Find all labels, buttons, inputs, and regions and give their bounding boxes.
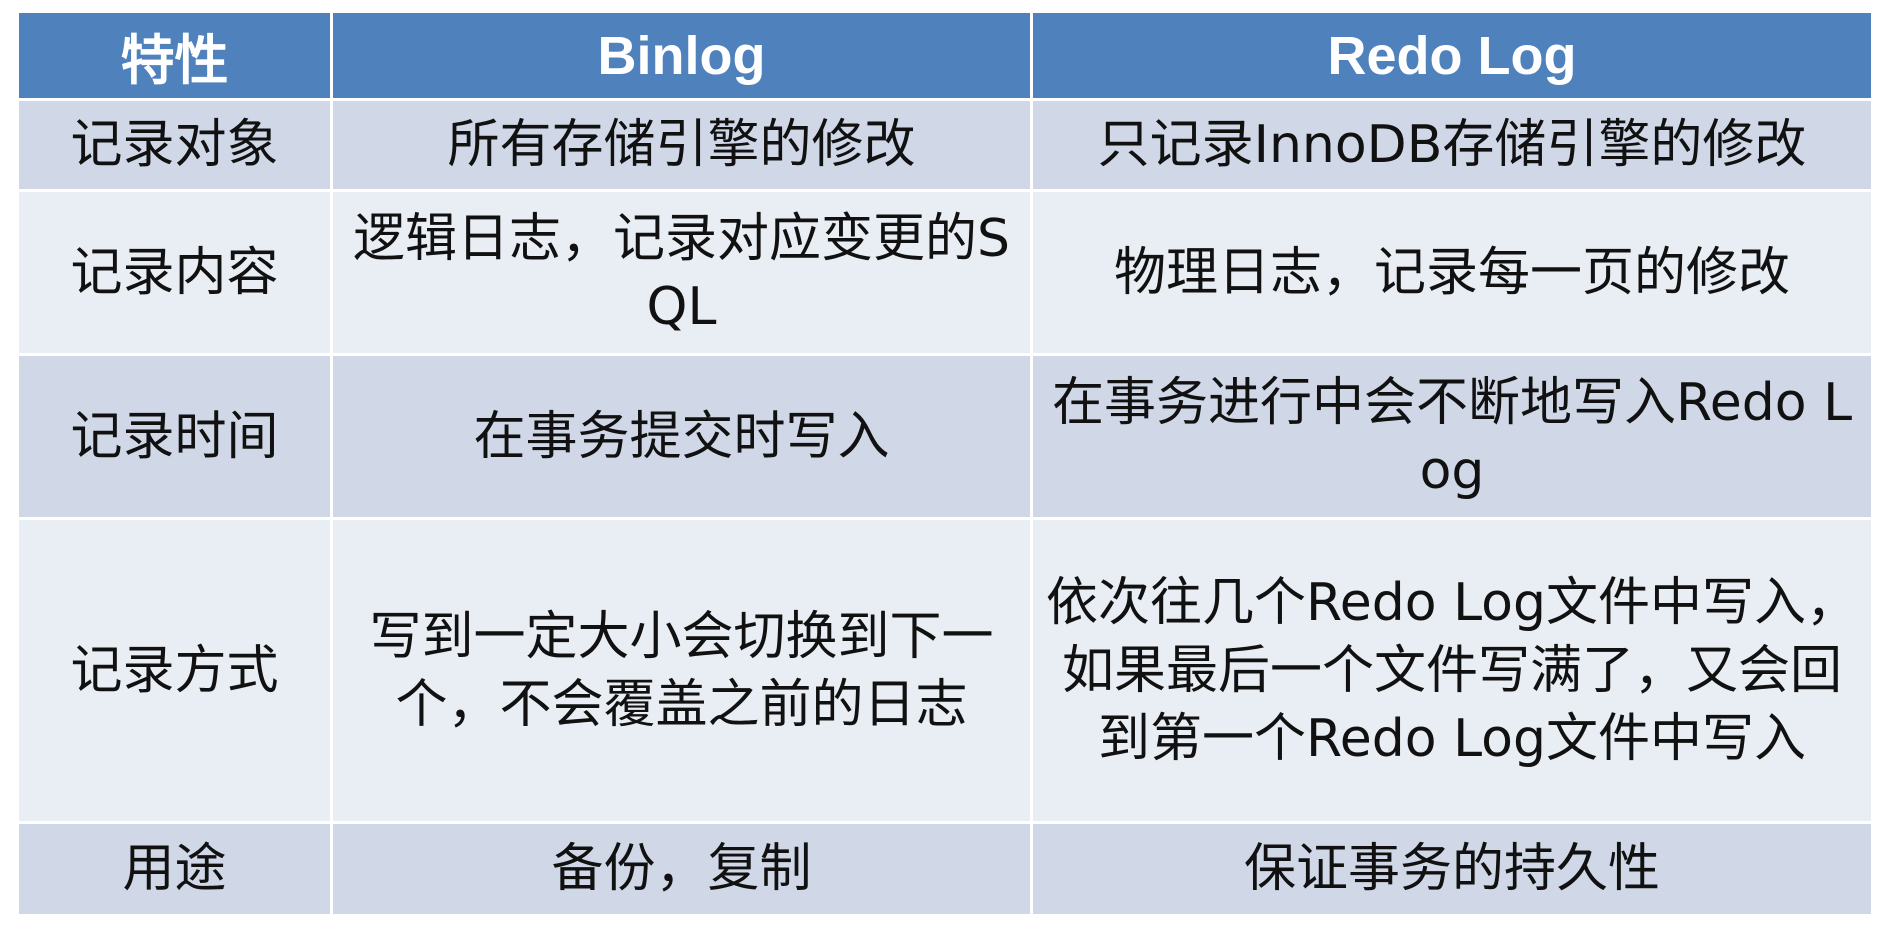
header-redo-log: Redo Log xyxy=(1033,13,1871,98)
row-label: 记录方式 xyxy=(19,520,330,821)
table-row: 记录时间 在事务提交时写入 在事务进行中会不断地写入Redo Log xyxy=(19,356,1871,517)
table-row: 记录方式 写到一定大小会切换到下一个，不会覆盖之前的日志 依次往几个Redo L… xyxy=(19,520,1871,821)
comparison-table-container: 特性 Binlog Redo Log 记录对象 所有存储引擎的修改 只记录Inn… xyxy=(16,10,1874,917)
table-row: 记录对象 所有存储引擎的修改 只记录InnoDB存储引擎的修改 xyxy=(19,101,1871,189)
table-row: 记录内容 逻辑日志，记录对应变更的SQL 物理日志，记录每一页的修改 xyxy=(19,192,1871,353)
table-header-row: 特性 Binlog Redo Log xyxy=(19,13,1871,98)
redo-log-cell: 依次往几个Redo Log文件中写入，如果最后一个文件写满了，又会回到第一个Re… xyxy=(1033,520,1871,821)
row-label: 用途 xyxy=(19,824,330,914)
table-row: 用途 备份，复制 保证事务的持久性 xyxy=(19,824,1871,914)
redo-log-cell: 只记录InnoDB存储引擎的修改 xyxy=(1033,101,1871,189)
binlog-cell: 写到一定大小会切换到下一个，不会覆盖之前的日志 xyxy=(333,520,1030,821)
header-feature: 特性 xyxy=(19,13,330,98)
redo-log-cell: 在事务进行中会不断地写入Redo Log xyxy=(1033,356,1871,517)
binlog-vs-redolog-table: 特性 Binlog Redo Log 记录对象 所有存储引擎的修改 只记录Inn… xyxy=(16,10,1874,917)
binlog-cell: 所有存储引擎的修改 xyxy=(333,101,1030,189)
binlog-cell: 在事务提交时写入 xyxy=(333,356,1030,517)
redo-log-cell: 保证事务的持久性 xyxy=(1033,824,1871,914)
redo-log-cell: 物理日志，记录每一页的修改 xyxy=(1033,192,1871,353)
row-label: 记录对象 xyxy=(19,101,330,189)
binlog-cell: 逻辑日志，记录对应变更的SQL xyxy=(333,192,1030,353)
row-label: 记录内容 xyxy=(19,192,330,353)
row-label: 记录时间 xyxy=(19,356,330,517)
binlog-cell: 备份，复制 xyxy=(333,824,1030,914)
header-binlog: Binlog xyxy=(333,13,1030,98)
